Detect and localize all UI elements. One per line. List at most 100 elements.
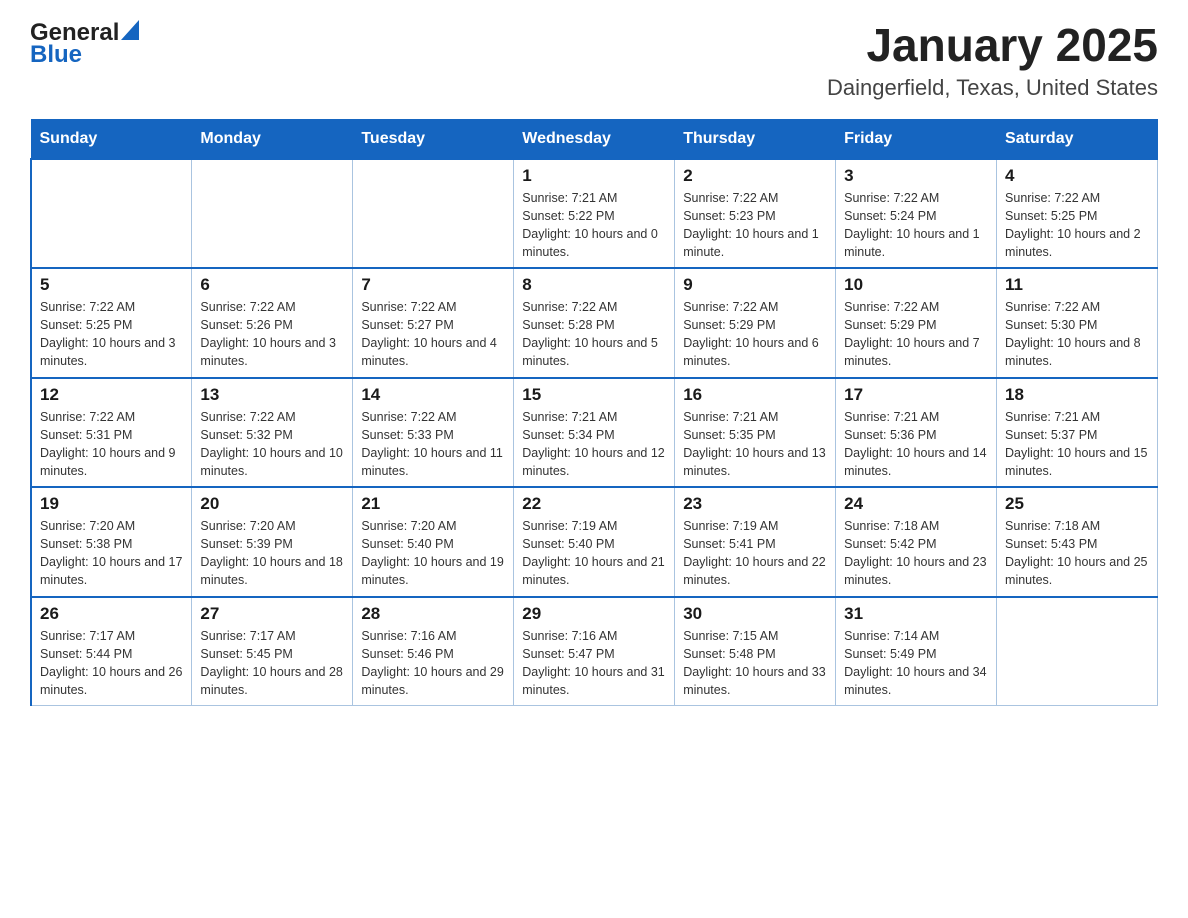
- day-number: 6: [200, 275, 344, 295]
- day-info: Sunrise: 7:21 AMSunset: 5:36 PMDaylight:…: [844, 408, 988, 481]
- day-info: Sunrise: 7:22 AMSunset: 5:29 PMDaylight:…: [844, 298, 988, 371]
- day-info: Sunrise: 7:22 AMSunset: 5:33 PMDaylight:…: [361, 408, 505, 481]
- day-number: 9: [683, 275, 827, 295]
- day-number: 20: [200, 494, 344, 514]
- calendar-cell: 26Sunrise: 7:17 AMSunset: 5:44 PMDayligh…: [31, 597, 192, 706]
- day-info: Sunrise: 7:15 AMSunset: 5:48 PMDaylight:…: [683, 627, 827, 700]
- weekday-header-tuesday: Tuesday: [353, 119, 514, 159]
- calendar-cell: 14 Sunrise: 7:22 AMSunset: 5:33 PMDayligh…: [353, 378, 514, 488]
- calendar-cell: 9 Sunrise: 7:22 AMSunset: 5:29 PMDaylight…: [675, 268, 836, 378]
- calendar-cell: 22 Sunrise: 7:19 AMSunset: 5:40 PMDayligh…: [514, 487, 675, 597]
- day-info: Sunrise: 7:17 AMSunset: 5:45 PMDaylight:…: [200, 627, 344, 700]
- day-number: 14: [361, 385, 505, 405]
- day-number: 8: [522, 275, 666, 295]
- calendar-cell: 29 Sunrise: 7:16 AMSunset: 5:47 PMDayligh…: [514, 597, 675, 706]
- day-info: Sunrise: 7:22 AMSunset: 5:24 PMDaylight:…: [844, 189, 988, 262]
- calendar-cell: 20 Sunrise: 7:20 AMSunset: 5:39 PMDayligh…: [192, 487, 353, 597]
- day-info: Sunrise: 7:22 AMSunset: 5:29 PMDaylight:…: [683, 298, 827, 371]
- calendar-cell: 27 Sunrise: 7:17 AMSunset: 5:45 PMDayligh…: [192, 597, 353, 706]
- day-number: 29: [522, 604, 666, 624]
- calendar-cell: 17Sunrise: 7:21 AMSunset: 5:36 PMDayligh…: [836, 378, 997, 488]
- day-number: 31: [844, 604, 988, 624]
- day-info: Sunrise: 7:20 AMSunset: 5:40 PMDaylight:…: [361, 517, 505, 590]
- day-number: 15: [522, 385, 666, 405]
- day-number: 2: [683, 166, 827, 186]
- calendar-cell: [997, 597, 1158, 706]
- day-info: Sunrise: 7:16 AMSunset: 5:46 PMDaylight:…: [361, 627, 505, 700]
- day-info: Sunrise: 7:22 AMSunset: 5:31 PMDaylight:…: [40, 408, 183, 481]
- calendar-body: 1 Sunrise: 7:21 AMSunset: 5:22 PMDaylight…: [31, 159, 1158, 706]
- day-info: Sunrise: 7:22 AMSunset: 5:25 PMDaylight:…: [40, 298, 183, 371]
- calendar-table: SundayMondayTuesdayWednesdayThursdayFrid…: [30, 119, 1158, 707]
- day-info: Sunrise: 7:18 AMSunset: 5:43 PMDaylight:…: [1005, 517, 1149, 590]
- day-info: Sunrise: 7:21 AMSunset: 5:35 PMDaylight:…: [683, 408, 827, 481]
- day-info: Sunrise: 7:22 AMSunset: 5:30 PMDaylight:…: [1005, 298, 1149, 371]
- day-info: Sunrise: 7:21 AMSunset: 5:22 PMDaylight:…: [522, 189, 666, 262]
- day-info: Sunrise: 7:22 AMSunset: 5:27 PMDaylight:…: [361, 298, 505, 371]
- day-info: Sunrise: 7:17 AMSunset: 5:44 PMDaylight:…: [40, 627, 183, 700]
- page-header: General Blue January 2025 Daingerfield, …: [30, 20, 1158, 101]
- logo-blue-text: Blue: [30, 43, 191, 67]
- calendar-cell: 31 Sunrise: 7:14 AMSunset: 5:49 PMDayligh…: [836, 597, 997, 706]
- day-number: 21: [361, 494, 505, 514]
- day-number: 7: [361, 275, 505, 295]
- day-info: Sunrise: 7:16 AMSunset: 5:47 PMDaylight:…: [522, 627, 666, 700]
- weekday-header-wednesday: Wednesday: [514, 119, 675, 159]
- day-number: 3: [844, 166, 988, 186]
- calendar-cell: 24 Sunrise: 7:18 AMSunset: 5:42 PMDayligh…: [836, 487, 997, 597]
- day-info: Sunrise: 7:14 AMSunset: 5:49 PMDaylight:…: [844, 627, 988, 700]
- day-number: 12: [40, 385, 183, 405]
- day-info: Sunrise: 7:19 AMSunset: 5:41 PMDaylight:…: [683, 517, 827, 590]
- day-number: 23: [683, 494, 827, 514]
- day-info: Sunrise: 7:18 AMSunset: 5:42 PMDaylight:…: [844, 517, 988, 590]
- day-number: 13: [200, 385, 344, 405]
- calendar-cell: 13Sunrise: 7:22 AMSunset: 5:32 PMDayligh…: [192, 378, 353, 488]
- day-info: Sunrise: 7:20 AMSunset: 5:39 PMDaylight:…: [200, 517, 344, 590]
- calendar-cell: 16 Sunrise: 7:21 AMSunset: 5:35 PMDayligh…: [675, 378, 836, 488]
- day-number: 10: [844, 275, 988, 295]
- day-number: 27: [200, 604, 344, 624]
- logo: General Blue: [30, 20, 191, 67]
- day-info: Sunrise: 7:20 AMSunset: 5:38 PMDaylight:…: [40, 517, 183, 590]
- calendar-cell: 21 Sunrise: 7:20 AMSunset: 5:40 PMDayligh…: [353, 487, 514, 597]
- day-number: 5: [40, 275, 183, 295]
- calendar-cell: [192, 159, 353, 269]
- page-subtitle: Daingerfield, Texas, United States: [827, 75, 1158, 101]
- day-number: 16: [683, 385, 827, 405]
- day-info: Sunrise: 7:22 AMSunset: 5:26 PMDaylight:…: [200, 298, 344, 371]
- calendar-cell: [31, 159, 192, 269]
- calendar-week-row: 5 Sunrise: 7:22 AMSunset: 5:25 PMDaylight…: [31, 268, 1158, 378]
- calendar-cell: 12 Sunrise: 7:22 AMSunset: 5:31 PMDayligh…: [31, 378, 192, 488]
- weekday-header-sunday: Sunday: [31, 119, 192, 159]
- weekday-header-monday: Monday: [192, 119, 353, 159]
- calendar-cell: 3 Sunrise: 7:22 AMSunset: 5:24 PMDaylight…: [836, 159, 997, 269]
- calendar-cell: 25 Sunrise: 7:18 AMSunset: 5:43 PMDayligh…: [997, 487, 1158, 597]
- calendar-cell: 11 Sunrise: 7:22 AMSunset: 5:30 PMDayligh…: [997, 268, 1158, 378]
- logo-triangle-icon: [121, 20, 139, 40]
- calendar-cell: 5 Sunrise: 7:22 AMSunset: 5:25 PMDaylight…: [31, 268, 192, 378]
- calendar-cell: 4Sunrise: 7:22 AMSunset: 5:25 PMDaylight…: [997, 159, 1158, 269]
- weekday-header-saturday: Saturday: [997, 119, 1158, 159]
- day-number: 19: [40, 494, 183, 514]
- calendar-cell: 30Sunrise: 7:15 AMSunset: 5:48 PMDayligh…: [675, 597, 836, 706]
- calendar-cell: 2Sunrise: 7:22 AMSunset: 5:23 PMDaylight…: [675, 159, 836, 269]
- weekday-header-thursday: Thursday: [675, 119, 836, 159]
- calendar-cell: 23 Sunrise: 7:19 AMSunset: 5:41 PMDayligh…: [675, 487, 836, 597]
- calendar-cell: 6 Sunrise: 7:22 AMSunset: 5:26 PMDaylight…: [192, 268, 353, 378]
- calendar-header: SundayMondayTuesdayWednesdayThursdayFrid…: [31, 119, 1158, 159]
- calendar-cell: 28Sunrise: 7:16 AMSunset: 5:46 PMDayligh…: [353, 597, 514, 706]
- day-number: 11: [1005, 275, 1149, 295]
- page-title: January 2025: [827, 20, 1158, 71]
- calendar-cell: 8Sunrise: 7:22 AMSunset: 5:28 PMDaylight…: [514, 268, 675, 378]
- calendar-week-row: 12 Sunrise: 7:22 AMSunset: 5:31 PMDayligh…: [31, 378, 1158, 488]
- day-info: Sunrise: 7:19 AMSunset: 5:40 PMDaylight:…: [522, 517, 666, 590]
- calendar-cell: 19 Sunrise: 7:20 AMSunset: 5:38 PMDayligh…: [31, 487, 192, 597]
- calendar-cell: 15Sunrise: 7:21 AMSunset: 5:34 PMDayligh…: [514, 378, 675, 488]
- day-number: 4: [1005, 166, 1149, 186]
- calendar-week-row: 1 Sunrise: 7:21 AMSunset: 5:22 PMDaylight…: [31, 159, 1158, 269]
- day-number: 25: [1005, 494, 1149, 514]
- day-number: 24: [844, 494, 988, 514]
- weekday-header-friday: Friday: [836, 119, 997, 159]
- day-number: 1: [522, 166, 666, 186]
- day-number: 22: [522, 494, 666, 514]
